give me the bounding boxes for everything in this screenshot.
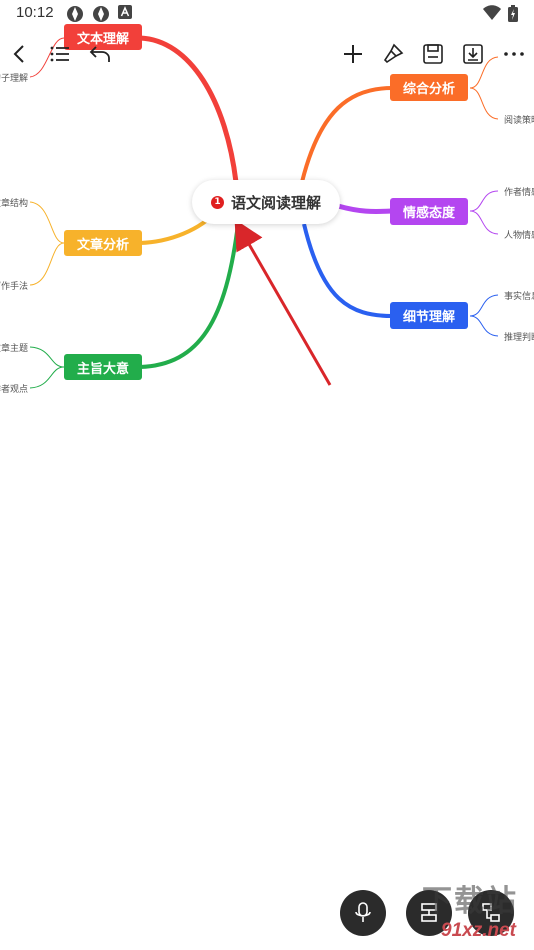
leaf-author-viewpoint[interactable]: 作者观点 xyxy=(0,382,28,395)
leaf-character-emotion[interactable]: 人物情感 xyxy=(504,228,534,241)
leaf-article-structure[interactable]: 文章结构 xyxy=(0,196,28,209)
outline-button[interactable] xyxy=(44,38,76,70)
node-article-analysis[interactable]: 文章分析 xyxy=(64,230,142,256)
leaf-article-theme[interactable]: 文章主题 xyxy=(0,341,28,354)
leaf-inference[interactable]: 推理判断 xyxy=(504,330,534,343)
style-button[interactable] xyxy=(377,38,409,70)
brush-icon xyxy=(383,43,404,64)
node-main-idea[interactable]: 主旨大意 xyxy=(64,354,142,380)
undo-button[interactable] xyxy=(84,38,116,70)
export-button[interactable] xyxy=(457,38,489,70)
node-label: 情感态度 xyxy=(402,206,455,221)
node-detail-understanding[interactable]: 细节理解 xyxy=(390,302,468,329)
back-icon xyxy=(13,45,24,63)
node-label: 主旨大意 xyxy=(76,361,129,377)
annotation-arrow xyxy=(234,218,332,386)
app-notification-icon xyxy=(67,6,83,22)
leaf-bracket-detail xyxy=(469,294,499,337)
app-notification-icon-2 xyxy=(93,6,109,22)
save-button[interactable] xyxy=(417,38,449,70)
node-label: 综合分析 xyxy=(402,82,455,97)
leaf-bracket-mainidea xyxy=(29,346,65,389)
watermark-cn-text: 下载站 xyxy=(422,884,518,919)
connector-emotion xyxy=(337,203,393,214)
leaf-bracket-emotion xyxy=(469,190,499,235)
more-button[interactable] xyxy=(498,38,530,70)
alert-badge-icon: 1 xyxy=(210,195,224,209)
leaf-reading-strategy[interactable]: 阅读策略 xyxy=(504,113,534,126)
node-label: 细节理解 xyxy=(402,310,455,325)
download-icon xyxy=(463,44,483,64)
connector-comprehensive xyxy=(300,86,393,183)
central-node[interactable]: 1 语文阅读理解 xyxy=(192,180,340,224)
status-time: 10:12 xyxy=(16,4,54,21)
toolbar xyxy=(0,34,534,74)
mindmap-canvas[interactable]: 文本理解 文章分析 主旨大意 综合分析 情感态度 细节理解 1 语文阅读理解 句… xyxy=(0,0,534,950)
node-comprehensive-analysis[interactable]: 综合分析 xyxy=(390,74,468,101)
central-node-label: 语文阅读理解 xyxy=(230,193,321,212)
connector-detail xyxy=(302,223,393,318)
leaf-bracket-article xyxy=(29,201,65,286)
plus-icon xyxy=(344,45,362,63)
watermark: 下载站 91xz.net xyxy=(358,882,528,948)
undo-icon xyxy=(89,46,110,62)
node-label: 文章分析 xyxy=(76,237,129,253)
leaf-author-emotion[interactable]: 作者情感 xyxy=(504,185,534,198)
add-node-button[interactable] xyxy=(337,38,369,70)
wifi-icon xyxy=(483,5,501,20)
connector-main-idea xyxy=(139,223,240,369)
save-icon xyxy=(423,44,443,64)
back-button[interactable] xyxy=(4,38,36,70)
leaf-fact-info[interactable]: 事实信息 xyxy=(504,289,534,302)
node-emotion-attitude[interactable]: 情感态度 xyxy=(390,198,468,225)
watermark-site-text: 91xz.net xyxy=(441,920,516,941)
mindmap-connectors xyxy=(29,35,499,389)
battery-icon xyxy=(508,5,518,22)
list-icon xyxy=(50,46,69,62)
more-icon xyxy=(504,52,524,56)
letter-a-icon xyxy=(118,5,132,19)
leaf-writing-technique[interactable]: 写作手法 xyxy=(0,279,28,292)
status-bar: 10:12 xyxy=(0,0,534,28)
